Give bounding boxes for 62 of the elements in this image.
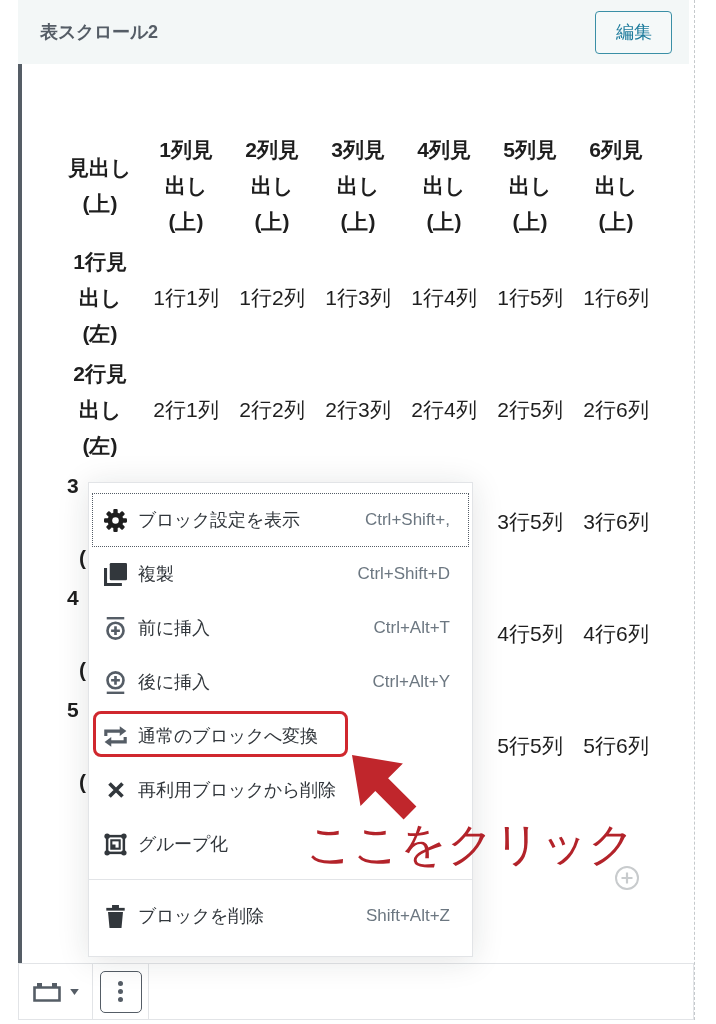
row-header: 4 — [66, 585, 79, 611]
table-cell-text: 2行1列 — [152, 397, 220, 423]
gear-icon — [104, 508, 127, 532]
trash-icon — [104, 904, 127, 928]
insert-before-icon — [104, 616, 127, 640]
row-header: 1行見出し(左) — [72, 249, 128, 347]
table-cell-text: 4行5列 — [496, 621, 564, 647]
shortcut-hint: Ctrl+Shift+, — [364, 510, 450, 530]
table-cell-text: 2行2列 — [238, 397, 306, 423]
menu-item[interactable]: 前に挿入 Ctrl+Alt+T — [92, 601, 469, 655]
row-header: 2行見出し(左) — [72, 361, 128, 459]
battery-icon — [32, 981, 61, 1002]
menu-item[interactable]: グループ化 — [92, 817, 239, 871]
table-cell-text: 5行5列 — [496, 733, 564, 759]
swap-arrows-icon — [104, 724, 127, 748]
table-cell-text: 5行6列 — [582, 733, 650, 759]
row-header: 5 — [66, 697, 79, 723]
shortcut-hint: Ctrl+Alt+Y — [372, 672, 450, 692]
shortcut-hint: Shift+Alt+Z — [365, 906, 450, 926]
table-cell-text: 2行6列 — [582, 397, 650, 423]
menu-item[interactable]: ブロックを削除 Shift+Alt+Z — [92, 889, 469, 943]
annotation-text: ここをクリック — [306, 821, 635, 867]
shortcut-hint: Ctrl+Shift+D — [357, 564, 450, 584]
table-cell-text: 1行3列 — [324, 285, 392, 311]
block-title: 表スクロール2 — [40, 21, 158, 44]
table-cell-text: 3行6列 — [582, 509, 650, 535]
column-header: 2列見出し(上) — [244, 137, 300, 235]
menu-item[interactable]: 後に挿入 Ctrl+Alt+Y — [92, 655, 469, 709]
row-header: ( — [78, 657, 86, 683]
table-cell-text: 2行5列 — [496, 397, 564, 423]
group-frame-icon — [104, 832, 127, 856]
table-cell-text: 1行4列 — [410, 285, 478, 311]
table-cell-text: 4行6列 — [582, 621, 650, 647]
column-header: 6列見出し(上) — [588, 137, 644, 235]
pointer-arrow — [352, 755, 417, 820]
more-options-button[interactable] — [99, 970, 142, 1013]
shortcut-hint: Ctrl+Alt+T — [373, 618, 450, 638]
table-cell-text: 1行2列 — [238, 285, 306, 311]
column-header: 見出し(上) — [67, 155, 133, 217]
vertical-dots-icon — [118, 981, 123, 1002]
column-header: 4列見出し(上) — [416, 137, 472, 235]
table-cell-text: 1行5列 — [496, 285, 564, 311]
column-header: 1列見出し(上) — [158, 137, 214, 235]
menu-item[interactable]: 複製 Ctrl+Shift+D — [92, 547, 469, 601]
copy-icon — [104, 562, 127, 586]
menu-item[interactable]: 通常のブロックへ変換 — [92, 709, 350, 763]
caret-icon — [69, 988, 79, 995]
row-header: ( — [78, 545, 86, 571]
table-cell-text: 1行1列 — [152, 285, 220, 311]
column-header: 5列見出し(上) — [502, 137, 558, 235]
cross-icon — [107, 782, 124, 798]
table-cell-text: 2行3列 — [324, 397, 392, 423]
row-header: 3 — [66, 473, 79, 499]
row-header: ( — [78, 769, 86, 795]
menu-item[interactable]: ブロック設定を表示 Ctrl+Shift+, — [92, 493, 469, 547]
column-header: 3列見出し(上) — [330, 137, 386, 235]
edit-button[interactable]: 編集 — [595, 10, 672, 54]
insert-after-icon — [104, 670, 127, 694]
menu-item[interactable]: 再利用ブロックから削除 — [92, 763, 347, 817]
table-cell-text: 2行4列 — [410, 397, 478, 423]
table-cell-text: 3行5列 — [496, 509, 564, 535]
table-cell-text: 1行6列 — [582, 285, 650, 311]
